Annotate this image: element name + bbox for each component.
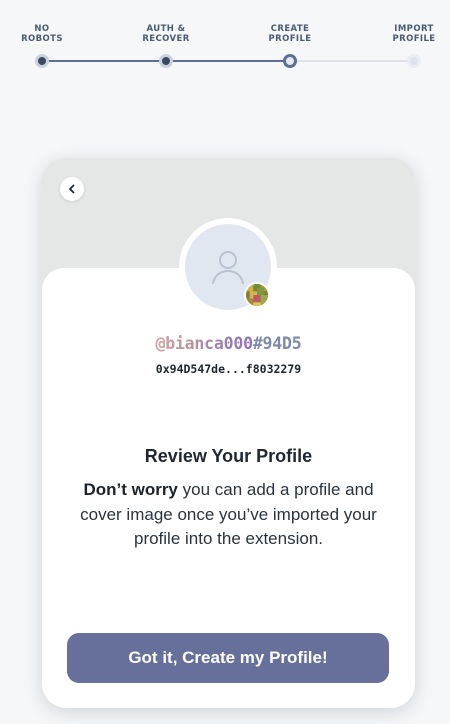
chevron-left-icon bbox=[69, 184, 75, 194]
profile-handle: @bianca000#94D5 bbox=[42, 334, 415, 353]
progress-stepper: NO ROBOTS AUTH & RECOVER CREATE PROFILE … bbox=[0, 0, 450, 80]
identicon-badge bbox=[244, 282, 270, 308]
page-title: Review Your Profile bbox=[144, 446, 313, 466]
description-emphasis: Don’t worry bbox=[83, 480, 178, 499]
step-connector-1 bbox=[42, 60, 166, 62]
step-label-auth-recover: AUTH & RECOVER bbox=[142, 24, 190, 44]
step-dot-no-robots bbox=[35, 54, 49, 68]
step-label-import-profile: IMPORT PROFILE bbox=[392, 24, 436, 44]
description-text: Don’t worry you can add a profile and co… bbox=[66, 478, 391, 552]
profile-review-card: @bianca000#94D5 0x94D547de...f8032279 Re… bbox=[42, 158, 415, 708]
user-placeholder-icon bbox=[212, 251, 244, 284]
step-label-create-profile: CREATE PROFILE bbox=[268, 24, 312, 44]
handle-tag: #94D5 bbox=[252, 334, 302, 353]
create-profile-button[interactable]: Got it, Create my Profile! bbox=[67, 633, 389, 683]
step-dot-create-profile bbox=[283, 54, 297, 68]
step-dot-auth-recover bbox=[159, 54, 173, 68]
step-dot-import-profile bbox=[407, 54, 421, 68]
identicon-icon bbox=[246, 284, 268, 306]
step-connector-3 bbox=[290, 60, 414, 62]
wallet-address: 0x94D547de...f8032279 bbox=[155, 362, 302, 376]
step-connector-2 bbox=[166, 60, 290, 62]
back-button[interactable] bbox=[60, 177, 84, 201]
handle-name: @bianca000 bbox=[155, 334, 253, 353]
step-label-no-robots: NO ROBOTS bbox=[21, 24, 63, 44]
